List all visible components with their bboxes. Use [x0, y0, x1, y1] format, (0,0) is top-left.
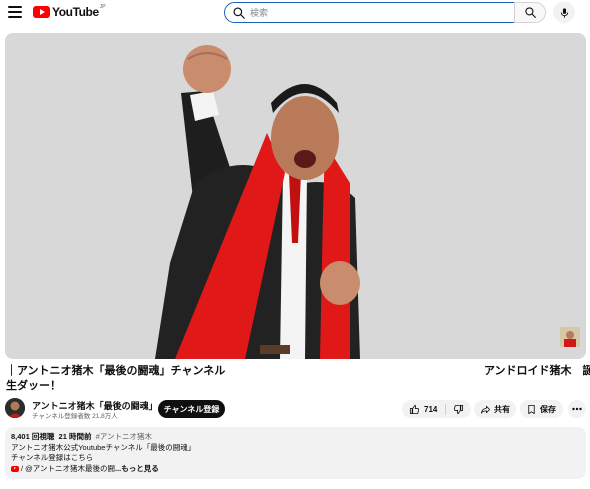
bookmark-icon [528, 404, 535, 414]
description-box[interactable]: 8,401 回視聴 21 時間前 #アントニオ猪木 アントニオ猪木公式Youtu… [5, 427, 586, 479]
upload-time: 21 時間前 [58, 432, 92, 441]
search-icon [233, 6, 245, 19]
description-meta: 8,401 回視聴 21 時間前 #アントニオ猪木 [11, 432, 580, 443]
save-label: 保存 [540, 404, 556, 414]
video-title-part-2: アンドロイド猪木 誕 [484, 365, 590, 377]
logo-country-code: JP [99, 4, 106, 10]
like-count: 714 [424, 404, 438, 414]
hamburger-menu-icon[interactable] [8, 6, 22, 18]
description-line: / @アントニオ猪木最後の闘...もっと見る [11, 464, 580, 475]
channel-avatar[interactable] [5, 398, 25, 418]
dislike-button[interactable] [446, 400, 471, 418]
more-horizontal-icon [572, 407, 582, 411]
share-button[interactable]: 共有 [474, 400, 516, 418]
video-title-part-3: 生ダッー！ [6, 380, 61, 392]
channel-actions-row: アントニオ猪木「最後の闘魂」 チャンネル登録者数 21.8万人 チャンネル登録 … [5, 398, 587, 422]
thumbs-up-icon [409, 404, 419, 414]
show-more-link[interactable]: ...もっと見る [115, 464, 159, 473]
microphone-icon [560, 7, 568, 18]
youtube-mini-icon [11, 465, 19, 472]
hashtag-link[interactable]: #アントニオ猪木 [96, 432, 152, 441]
watermark-portrait-icon [560, 327, 580, 347]
view-count: 8,401 回視聴 [11, 432, 55, 441]
masthead: YouTube JP [0, 0, 590, 26]
logo-text: YouTube [52, 5, 99, 19]
share-label: 共有 [494, 404, 510, 414]
subscribe-button[interactable]: チャンネル登録 [158, 400, 225, 418]
search-button[interactable] [514, 2, 546, 23]
search-box [224, 2, 515, 23]
search-input[interactable] [250, 7, 490, 18]
more-actions-button[interactable] [568, 400, 586, 418]
share-arrow-icon [480, 405, 491, 414]
description-line: アントニオ猪木公式Youtubeチャンネル「最後の闘魂」 [11, 442, 196, 452]
channel-watermark-image[interactable] [560, 327, 580, 347]
channel-handle-link[interactable]: / @アントニオ猪木最後の闘 [21, 464, 115, 473]
avatar-image [5, 398, 25, 418]
video-player[interactable] [5, 33, 586, 359]
search-icon [524, 7, 536, 18]
thumbs-down-icon [454, 404, 464, 414]
voice-search-button[interactable] [553, 2, 575, 23]
like-dislike-group: 714 [402, 400, 471, 418]
video-title-part-1: ｜アントニオ猪木「最後の闘魂」チャンネル [6, 365, 226, 377]
subscriber-count: チャンネル登録者数 21.8万人 [32, 413, 118, 420]
video-thumbnail-image [5, 33, 586, 359]
like-button[interactable]: 714 [402, 400, 445, 418]
youtube-play-icon [33, 6, 50, 18]
youtube-logo[interactable]: YouTube JP [33, 4, 106, 19]
save-button[interactable]: 保存 [520, 400, 563, 418]
description-line: チャンネル登録はこちら [11, 453, 94, 462]
